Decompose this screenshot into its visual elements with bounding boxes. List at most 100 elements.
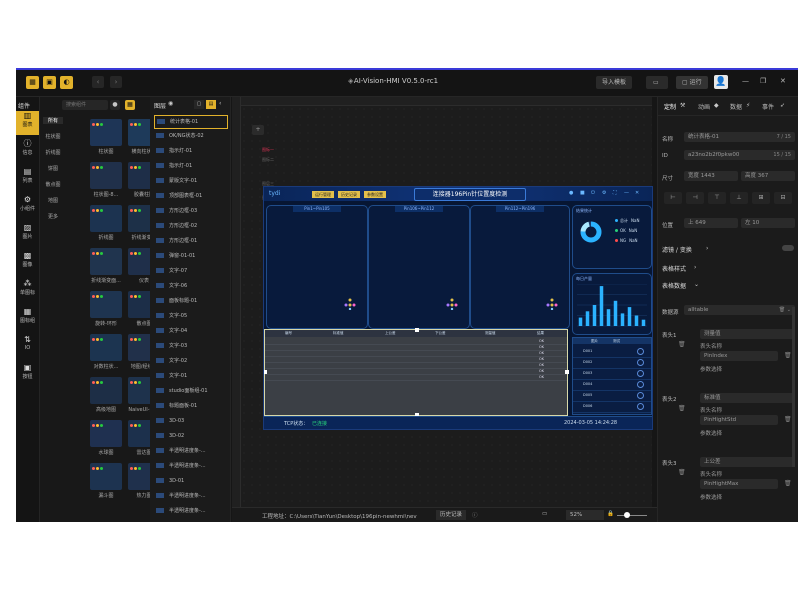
info-icon[interactable]: ⓘ (472, 511, 478, 519)
layer-item[interactable]: 方形边框-03 (154, 205, 226, 217)
layer-item[interactable]: 面板标题-01 (154, 295, 226, 307)
dash-run-button[interactable]: 运行管理 (312, 191, 334, 198)
layer-item[interactable]: 3D-02 (154, 430, 226, 442)
theme-icon[interactable]: ◐ (60, 76, 73, 89)
table-data-section[interactable]: 表格数据 (662, 281, 686, 290)
add-icon[interactable]: + (252, 125, 264, 135)
dash-tool-icon[interactable]: — (624, 190, 629, 196)
layer-item[interactable]: 标题面板-01 (154, 400, 226, 412)
layer-item[interactable]: 半透明进度条-... (154, 505, 226, 517)
layer-list-icon[interactable]: ▢ (194, 100, 204, 109)
props-scrollbar[interactable] (792, 307, 795, 467)
maximize-icon[interactable]: ❐ (760, 77, 766, 85)
layer-item[interactable]: 3D-01 (154, 475, 226, 487)
component-tile[interactable]: 旋转-环形 (90, 291, 122, 327)
resize-handle[interactable] (264, 370, 267, 374)
category-item[interactable]: 所有 (43, 117, 63, 124)
sidebar-item-6[interactable]: ⁂ 单图标 (16, 279, 39, 303)
resize-handle[interactable] (565, 370, 569, 374)
user-icon[interactable]: 👤 (714, 75, 728, 89)
sidebar-item-0[interactable]: ▥ 图表 (16, 111, 39, 135)
layer-item[interactable]: 蒙版文字-01 (154, 175, 226, 187)
layer-item[interactable]: 3D-03 (154, 415, 226, 427)
save-icon[interactable]: ▣ (43, 76, 56, 89)
minimize-icon[interactable]: — (742, 77, 749, 85)
layer-item[interactable]: 指示灯-01 (154, 160, 226, 172)
category-item[interactable]: 更多 (43, 213, 63, 220)
column-trash-icon[interactable]: 🗑 (784, 352, 792, 359)
forward-icon[interactable]: › (110, 76, 122, 88)
dash-history-button[interactable]: 历史记录 (338, 191, 360, 198)
file-icon[interactable]: ▦ (26, 76, 39, 89)
editor-canvas[interactable]: + 图标一 图标二 图层三 图层四 tydi 运行管理 历史记录 参数设置 连接… (232, 97, 653, 522)
sidebar-item-3[interactable]: ⚙ 小组件 (16, 195, 39, 219)
column-trash-icon[interactable]: 🗑 (784, 480, 792, 487)
sidebar-item-7[interactable]: ▦ 图标组 (16, 307, 39, 331)
column-field-input[interactable]: PinHightStd (700, 415, 778, 425)
sidebar-item-1[interactable]: ⓘ 信息 (16, 139, 39, 163)
tab-data[interactable]: 数据 (730, 102, 742, 111)
tab-event[interactable]: 事件 (762, 102, 774, 111)
dash-tool-icon[interactable]: ⛶ (613, 190, 617, 196)
column-field-input[interactable]: PinIndex (700, 351, 778, 361)
zoom-slider-thumb[interactable] (624, 512, 630, 518)
column-delete-icon[interactable]: 🗑 (678, 341, 686, 348)
layer-item[interactable]: 顶部图表框-01 (154, 190, 226, 202)
height-input[interactable]: 高度 367 (741, 171, 795, 181)
align-button[interactable]: ⊣ (686, 192, 704, 204)
layer-item[interactable]: 指示灯-01 (154, 145, 226, 157)
zoom-select[interactable]: 52% (566, 510, 604, 520)
width-input[interactable]: 宽度 1443 (684, 171, 738, 181)
export-button[interactable]: ▭ (646, 76, 668, 89)
dash-tool-icon[interactable]: ✕ (635, 190, 639, 196)
statistics-table[interactable]: 编号 标准值 上公差 下公差 测量值 结果 OK OK OK OK OK OK OK (264, 328, 569, 417)
history-button[interactable]: 历史记录 (436, 510, 467, 520)
run-button[interactable]: ▢ 运行 (676, 76, 708, 89)
category-item[interactable]: 饼图 (43, 165, 63, 172)
layer-item[interactable]: 半透明进度条-... (154, 460, 226, 472)
view-toggle-icon[interactable]: ● (110, 100, 120, 110)
sidebar-item-4[interactable]: ▨ 图片 (16, 223, 39, 247)
layer-item[interactable]: OK/NG状态-02 (154, 130, 226, 142)
layer-item[interactable]: 文字-07 (154, 265, 226, 277)
component-search-input[interactable]: 搜索组件 (62, 100, 108, 110)
component-tile[interactable]: 高级地图 (90, 377, 122, 413)
category-item[interactable]: 地图 (43, 197, 63, 204)
column-title-input[interactable]: 上公差 (700, 457, 795, 467)
align-button[interactable]: ⊤ (708, 192, 726, 204)
sidebar-item-2[interactable]: ▤ 列表 (16, 167, 39, 191)
dash-tool-icon[interactable]: ■ (580, 190, 585, 196)
column-trash-icon[interactable]: 🗑 (784, 416, 792, 423)
component-tile[interactable]: 柱状图-8... (90, 162, 122, 198)
align-button[interactable]: ⊥ (730, 192, 748, 204)
name-input[interactable]: 统计表格-01 7 / 15 (684, 132, 795, 142)
layer-item[interactable]: 文字-03 (154, 340, 226, 352)
column-delete-icon[interactable]: 🗑 (678, 469, 686, 476)
hmi-dashboard[interactable]: tydi 运行管理 历史记录 参数设置 连接器196Pin针位置度检测 ● ■ ⏻ ⚙… (263, 186, 653, 430)
category-item[interactable]: 散点图 (43, 181, 63, 188)
component-tile[interactable]: 折线渐变面... (90, 248, 122, 284)
import-template-button[interactable]: 导入模板 (596, 76, 633, 89)
column-title-input[interactable]: 标准值 (700, 393, 795, 403)
grid-view-icon[interactable]: ▦ (125, 100, 135, 110)
layer-thumb-icon[interactable]: ▤ (206, 100, 216, 109)
dash-settings-button[interactable]: 参数设置 (364, 191, 386, 198)
fit-screen-icon[interactable]: ▭ (542, 511, 547, 517)
component-tile[interactable]: 漏斗图 (90, 463, 122, 499)
layer-item[interactable]: studio面板组-01 (154, 385, 226, 397)
layer-item[interactable]: 弹窗-01-01 (154, 250, 226, 262)
table-style-section[interactable]: 表格样式 (662, 264, 686, 273)
pos-top-input[interactable]: 上 649 (684, 218, 738, 228)
column-field-input[interactable]: PinHightMax (700, 479, 778, 489)
align-button[interactable]: ⊞ (752, 192, 770, 204)
column-delete-icon[interactable]: 🗑 (678, 405, 686, 412)
filter-toggle[interactable] (782, 245, 794, 251)
tab-animation[interactable]: 动画 (698, 102, 710, 111)
layer-item[interactable]: 方形边框-01 (154, 235, 226, 247)
component-tile[interactable]: 水球图 (90, 420, 122, 456)
dash-tool-icon[interactable]: ⏻ (591, 190, 595, 196)
layer-item[interactable]: 方形边框-02 (154, 220, 226, 232)
close-icon[interactable]: ✕ (780, 77, 786, 85)
id-input[interactable]: a23no2b2f0pkw00 15 / 15 (684, 150, 795, 160)
layer-item[interactable]: 文字-06 (154, 280, 226, 292)
